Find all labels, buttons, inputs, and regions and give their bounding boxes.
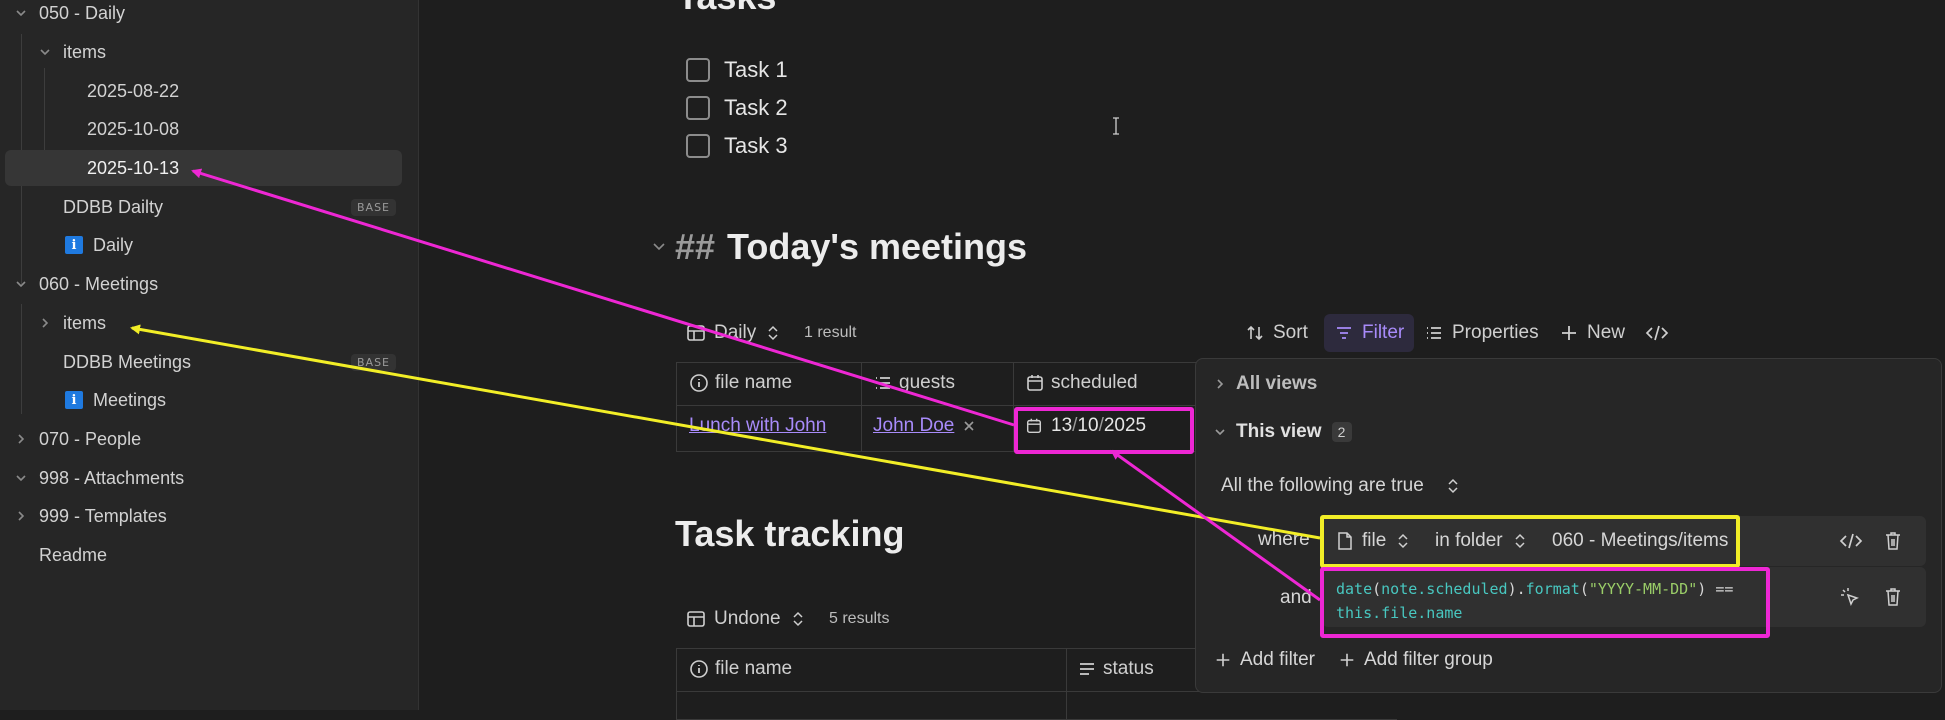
annotation-arrows (130, 168, 1321, 602)
yellow-arrow-to-items-folder (130, 324, 1321, 540)
pink-arrow-to-scheduled-date (1110, 449, 1321, 602)
pink-arrow-to-sidebar-date (191, 168, 1015, 427)
